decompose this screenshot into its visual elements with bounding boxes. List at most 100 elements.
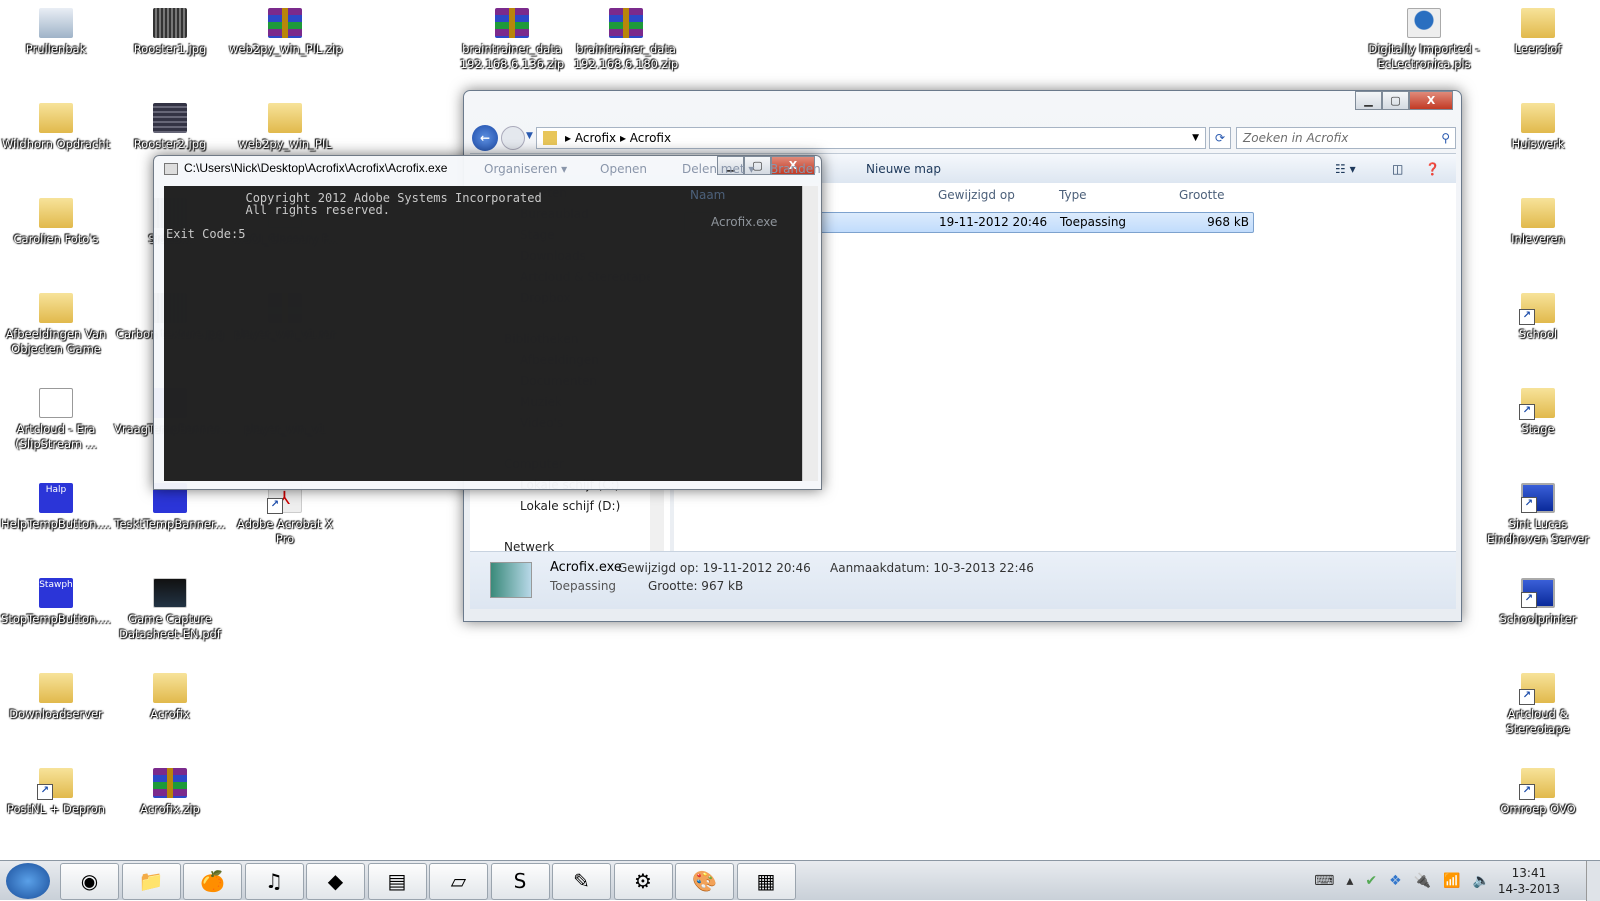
desktop-icon[interactable]: Artcloud & Stereotape — [1482, 669, 1594, 737]
desktop-icon[interactable]: Acrofix.zip — [114, 764, 226, 817]
skype-status-icon[interactable]: ✔ — [1365, 873, 1377, 889]
nav-item[interactable]: Lokale schijf (D:) — [470, 496, 670, 517]
column-header-modified[interactable]: Gewijzigd op — [938, 188, 1015, 202]
window-controls: ▁ ▢ X — [1355, 91, 1453, 110]
file-row[interactable]: Acrofix.exe 19-11-2012 20:46 Toepassing … — [684, 212, 1254, 233]
details-created: Aanmaakdatum: 10-3-2013 22:46 — [830, 561, 1034, 575]
dropbox-icon[interactable]: ❖ — [1389, 873, 1402, 889]
folder-icon — [1519, 673, 1555, 705]
breadcrumb-item[interactable]: Acrofix — [630, 131, 671, 145]
console-scrollbar[interactable] — [802, 186, 818, 481]
taskbar-task-manager-button[interactable]: ▤ — [367, 863, 427, 900]
recent-pages-dropdown[interactable]: ▼ — [526, 131, 533, 141]
address-bar[interactable]: ▸ Acrofix ▸ Acrofix ▼ — [536, 127, 1206, 149]
desktop-icon-label: web2py_win_PIL.zip — [229, 42, 343, 56]
banner-icon: Stawph — [39, 578, 73, 608]
clock[interactable]: 13:41 14-3-2013 — [1498, 865, 1560, 897]
start-button[interactable] — [6, 863, 50, 899]
taskbar-notepad-button[interactable]: ✎ — [552, 863, 611, 900]
taskbar: ◉ 📁 🍊 ♫ ◆ ▤ ▱ S ✎ ⚙ 🎨 ▦ ⌨ ▴ ✔ ❖ 🔌 📶 🔈 13:41 14-3-20… — [0, 860, 1600, 901]
desktop-icon[interactable]: Prullenbak — [0, 4, 112, 57]
taskbar-acrofix-button[interactable]: ▦ — [736, 863, 796, 900]
share-button[interactable]: Delen met ▾ — [682, 154, 754, 184]
taskbar-fl-studio-button[interactable]: 🍊 — [183, 863, 242, 900]
desktop-icon[interactable]: Digitally Imported - EcLectronica.pls — [1368, 4, 1480, 72]
desktop-icon-label: web2py_win_PIL — [238, 137, 332, 151]
network-icon[interactable]: 📶 — [1443, 873, 1460, 889]
keyboard-icon[interactable]: ⌨ — [1314, 873, 1334, 889]
burn-button[interactable]: Branden — [770, 154, 821, 184]
desktop-icon[interactable]: Schoolprinter — [1482, 574, 1594, 627]
desktop-icon-label: braintrainer_data 192.168.6.136.zip — [459, 42, 565, 71]
desktop-icon[interactable]: Huiswerk — [1482, 99, 1594, 152]
desktop-icon[interactable]: Wildhorn Opdracht — [0, 99, 112, 152]
desktop-icon[interactable]: Acrofix — [114, 669, 226, 722]
clock-time: 13:41 — [1511, 866, 1547, 880]
taskbar-filezilla-button[interactable]: ◆ — [306, 863, 365, 900]
console-output: Copyright 2012 Adobe Systems Incorporate… — [164, 186, 802, 481]
column-header-type[interactable]: Type — [1059, 188, 1087, 202]
desktop-icon[interactable]: Halp HelpTempButton.... — [0, 479, 112, 532]
desktop-icon-label: Carolien Foto's — [13, 232, 99, 246]
desktop-icon[interactable]: Carolien Foto's — [0, 194, 112, 247]
zip-icon — [495, 8, 529, 38]
taskbar-sticky-notes-button[interactable]: ▱ — [429, 863, 488, 900]
volume-icon[interactable]: 🔈 — [1473, 873, 1490, 889]
taskbar-control-panel-button[interactable]: ⚙ — [613, 863, 673, 900]
power-icon[interactable]: 🔌 — [1414, 873, 1431, 889]
refresh-button[interactable]: ⟳ — [1209, 127, 1231, 149]
desktop-icon[interactable]: braintrainer_data 192.168.6.136.zip — [456, 4, 568, 72]
desktop-icon[interactable]: PostNL + Depron — [0, 764, 112, 817]
desktop-icon[interactable]: Rooster1.jpg — [114, 4, 226, 57]
show-desktop-button[interactable] — [1586, 861, 1600, 901]
preview-pane-icon[interactable]: ◫ — [1392, 154, 1403, 184]
organize-button[interactable]: Organiseren ▾ — [484, 154, 567, 184]
column-header-name[interactable]: Naam — [690, 188, 725, 202]
folder-icon — [39, 673, 73, 703]
new-folder-button[interactable]: Nieuwe map — [866, 154, 941, 184]
desktop-icon[interactable]: braintrainer_data 192.168.6.180.zip — [570, 4, 682, 72]
desktop-icon[interactable]: Rooster2.jpg — [114, 99, 226, 152]
desktop-icon[interactable]: Sint Lucas Eindhoven Server — [1482, 479, 1594, 547]
desktop-icon[interactable]: web2py_win_PIL — [229, 99, 341, 152]
address-dropdown[interactable]: ▼ — [1192, 128, 1199, 148]
taskbar-paint-button[interactable]: 🎨 — [675, 863, 734, 900]
taskbar-explorer-button[interactable]: 📁 — [121, 863, 181, 900]
desktop-icon[interactable]: Game Capture Datasheet-EN.pdf — [114, 574, 226, 642]
close-button[interactable]: X — [1409, 91, 1453, 110]
command-bar: Organiseren ▾ Openen Delen met ▾ Branden… — [470, 153, 1456, 183]
open-button[interactable]: Openen — [600, 154, 647, 184]
application-icon — [490, 562, 532, 598]
help-icon[interactable]: ❓ — [1425, 154, 1440, 184]
desktop-icon-label: braintrainer_data 192.168.6.180.zip — [573, 42, 679, 71]
desktop-icon[interactable]: Inleveren — [1482, 194, 1594, 247]
maximize-button[interactable]: ▢ — [1382, 91, 1409, 110]
breadcrumb-item[interactable]: Acrofix — [575, 131, 616, 145]
desktop-icon-label: Huiswerk — [1511, 137, 1565, 151]
desktop-icon[interactable]: Stawph StopTempButton.... — [0, 574, 112, 627]
desktop-icon[interactable]: School — [1482, 289, 1594, 342]
details-name: Acrofix.exe — [550, 560, 622, 575]
search-icon[interactable]: ⚲ — [1441, 128, 1450, 148]
forward-button[interactable] — [501, 126, 525, 150]
desktop-icon[interactable]: Afbeeldingen Van Objecten Game — [0, 289, 112, 357]
desktop-icon[interactable]: Stage — [1482, 384, 1594, 437]
view-options-icon[interactable]: ☷ ▾ — [1335, 154, 1356, 184]
minimize-button[interactable]: ▁ — [1355, 91, 1382, 110]
m3u-icon — [1407, 8, 1441, 38]
taskbar-itunes-button[interactable]: ♫ — [244, 863, 304, 900]
column-header-size[interactable]: Grootte — [1179, 188, 1224, 202]
taskbar-chrome-button[interactable]: ◉ — [60, 863, 119, 900]
net-icon — [1521, 578, 1555, 608]
desktop-icon[interactable]: Artcloud - Era (SlipStream ... — [0, 384, 112, 452]
search-input[interactable]: Zoeken in Acrofix ⚲ — [1236, 127, 1456, 149]
back-button[interactable]: ← — [472, 125, 498, 151]
desktop-icon[interactable]: Leerstof — [1482, 4, 1594, 57]
taskbar-skype-button[interactable]: S — [490, 863, 550, 900]
desktop-icon[interactable]: Downloadserver — [0, 669, 112, 722]
desktop-icon[interactable]: web2py_win_PIL.zip — [229, 4, 343, 57]
desktop-icon[interactable]: Omroep OVO — [1482, 764, 1594, 817]
show-hidden-icons[interactable]: ▴ — [1346, 873, 1353, 889]
details-modified: Gewijzigd op: 19-11-2012 20:46 — [618, 561, 811, 575]
console-title: C:\Users\Nick\Desktop\Acrofix\Acrofix\Ac… — [184, 161, 448, 175]
